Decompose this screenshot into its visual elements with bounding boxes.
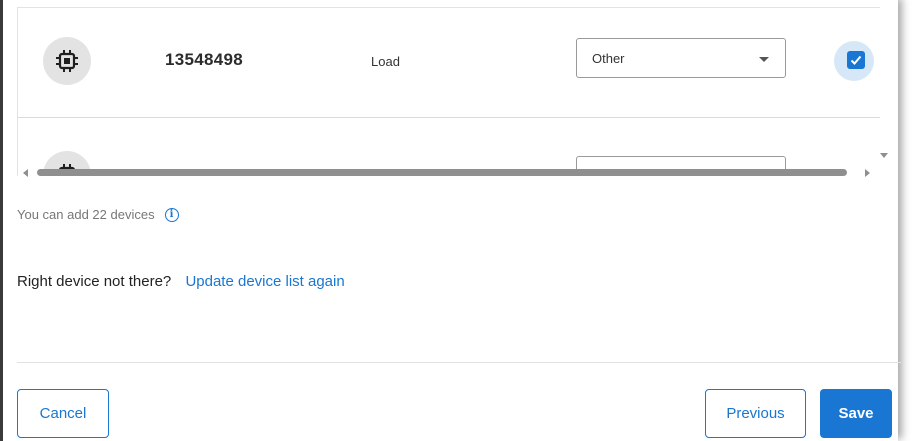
device-limit-info: You can add 22 devices i: [17, 207, 179, 222]
scrollbar-thumb[interactable]: [37, 169, 847, 176]
chip-icon: [43, 37, 91, 85]
caret-down-icon: [759, 57, 769, 62]
scroll-left-arrow[interactable]: [23, 169, 28, 177]
device-limit-text: You can add 22 devices: [17, 207, 155, 222]
cancel-button[interactable]: Cancel: [17, 389, 109, 438]
missing-device-prompt: Right device not there? Update device li…: [17, 273, 345, 290]
missing-device-text: Right device not there?: [17, 273, 172, 290]
device-type: Load: [371, 54, 400, 69]
device-list: 13548498 Load Other: [17, 7, 880, 176]
info-icon[interactable]: i: [164, 207, 179, 222]
scroll-right-arrow[interactable]: [865, 169, 870, 177]
scroll-down-arrow[interactable]: [880, 153, 888, 158]
horizontal-scrollbar[interactable]: [17, 165, 879, 179]
device-category-value: Other: [592, 51, 625, 66]
device-row: 13548498 Load Other: [18, 8, 880, 118]
device-id: 13548498: [165, 50, 244, 69]
device-checkbox-wrap[interactable]: [834, 41, 874, 81]
footer-divider: [17, 362, 901, 363]
previous-button[interactable]: Previous: [705, 389, 806, 438]
device-category-select[interactable]: Other: [576, 38, 786, 78]
checkbox-checked-icon[interactable]: [847, 51, 865, 69]
dialog-panel: 13548498 Load Other You can add 22 devic…: [0, 0, 901, 441]
save-button[interactable]: Save: [820, 389, 892, 438]
update-device-list-link[interactable]: Update device list again: [185, 273, 344, 290]
